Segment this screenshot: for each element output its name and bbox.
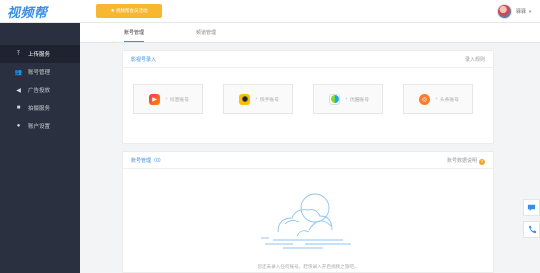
sidebar-item-shooting[interactable]: ■ 拍摄服务 <box>0 99 80 117</box>
sidebar-item-upload[interactable]: ⤒ 上传服务 <box>0 45 80 63</box>
chevron-down-icon[interactable]: ▼ <box>528 9 532 14</box>
empty-state-illustration <box>261 193 351 249</box>
phone-icon <box>528 225 536 234</box>
toutiao-icon: ◎ <box>419 93 430 105</box>
add-douyin-account-button[interactable]: ▶ + 抖音账号 <box>133 84 203 114</box>
platform-label: 快手账号 <box>259 97 280 103</box>
sidebar-item-accounts[interactable]: 👥 账号管理 <box>0 63 80 81</box>
accounts-card: 账号管理（0） 账号数据说明? 您还未录入任何账号，赶快录入开启视频之旅吧。 <box>122 151 494 273</box>
empty-state-text: 您还未录入任何账号，赶快录入开启视频之旅吧。 <box>257 264 359 269</box>
chat-button[interactable] <box>523 199 540 216</box>
platform-label: 抖音账号 <box>169 97 190 103</box>
youku-icon <box>329 93 340 105</box>
tab-bar: 账号管理 频道管理 <box>80 23 540 43</box>
video-camera-icon: ■ <box>16 105 21 111</box>
promo-button-label: 视频帮会员活动 <box>115 8 148 13</box>
gift-icon: ★ <box>110 8 115 14</box>
import-card-title: 影视号录入 <box>131 57 157 63</box>
sidebar-item-label: 上传服务 <box>28 52 51 58</box>
platform-label: 优酷账号 <box>349 97 370 103</box>
platform-list: ▶ + 抖音账号 + 快手账号 + 优酷账号 ◎ + 头条账号 <box>133 84 473 114</box>
upload-icon: ⤒ <box>17 50 20 57</box>
users-icon: 👥 <box>14 69 23 76</box>
import-rules-link[interactable]: 录入规则 <box>465 56 485 63</box>
add-kuaishou-account-button[interactable]: + 快手账号 <box>223 84 293 114</box>
add-toutiao-account-button[interactable]: ◎ + 头条账号 <box>403 84 473 114</box>
user-menu[interactable]: 驿驿 ▼ <box>497 2 532 21</box>
add-youku-account-button[interactable]: + 优酷账号 <box>313 84 383 114</box>
help-icon[interactable]: ? <box>479 159 485 165</box>
tab-channel-management[interactable]: 频道管理 <box>196 23 216 43</box>
platform-label: 头条账号 <box>439 97 460 103</box>
account-data-help-label: 账号数据说明 <box>446 158 477 164</box>
plus-icon: + <box>345 96 348 102</box>
megaphone-icon: ◀ <box>16 87 21 94</box>
chat-icon <box>527 204 536 212</box>
sidebar: ⤒ 上传服务 👥 账号管理 ◀ 广告投放 ■ 拍摄服务 ● 账户设置 <box>0 23 80 273</box>
accounts-card-title: 账号管理（0） <box>131 158 164 164</box>
kuaishou-icon <box>239 93 250 105</box>
sidebar-item-ads[interactable]: ◀ 广告投放 <box>0 81 80 99</box>
import-card-header: 影视号录入 录入规则 <box>123 51 493 68</box>
logo[interactable]: 视频帮 <box>7 2 79 21</box>
sidebar-item-label: 账号管理 <box>28 70 51 76</box>
sidebar-item-label: 广告投放 <box>28 88 51 94</box>
plus-icon: + <box>435 96 438 102</box>
top-bar: 视频帮 ★视频帮会员活动 驿驿 ▼ <box>0 0 540 23</box>
settings-icon: ● <box>16 123 21 129</box>
sidebar-item-label: 账户设置 <box>28 124 51 130</box>
plus-icon: + <box>165 96 168 102</box>
promo-button[interactable]: ★视频帮会员活动 <box>96 4 162 18</box>
tab-account-management[interactable]: 账号管理 <box>124 23 145 43</box>
accounts-card-header: 账号管理（0） 账号数据说明? <box>123 152 493 169</box>
sidebar-item-settings[interactable]: ● 账户设置 <box>0 117 80 135</box>
douyin-icon: ▶ <box>149 93 160 105</box>
import-card: 影视号录入 录入规则 ▶ + 抖音账号 + 快手账号 + 优酷账号 ◎ + 头条… <box>122 50 494 144</box>
sidebar-item-label: 拍摄服务 <box>28 106 51 112</box>
main-content: 账号管理 频道管理 影视号录入 录入规则 ▶ + 抖音账号 + 快手账号 + 优… <box>80 23 540 273</box>
avatar[interactable] <box>497 4 513 19</box>
username: 驿驿 <box>516 9 527 15</box>
account-data-help-link[interactable]: 账号数据说明? <box>447 157 485 165</box>
phone-button[interactable] <box>523 221 540 238</box>
plus-icon: + <box>255 96 258 102</box>
